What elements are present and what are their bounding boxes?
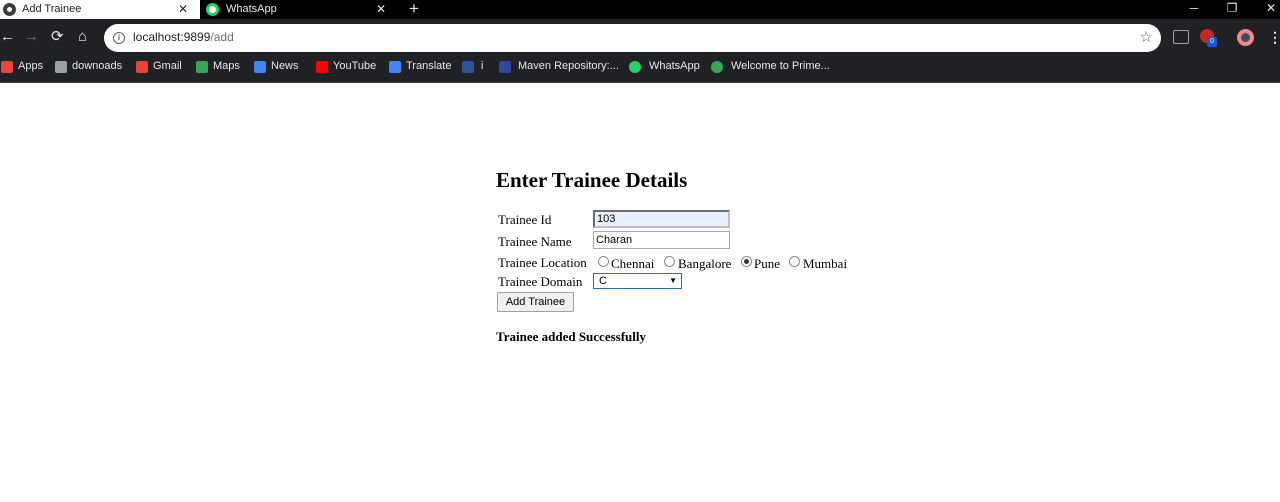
- bookmark-label: Welcome to Prime...: [731, 60, 830, 72]
- bookmark-star-icon[interactable]: ☆: [1140, 28, 1153, 46]
- history-icon: [55, 61, 67, 73]
- page-content: Enter Trainee Details Trainee Id Trainee…: [0, 83, 1280, 502]
- bookmark-label: WhatsApp: [649, 60, 700, 72]
- maven-icon: [499, 61, 511, 73]
- domain-selected-value: C: [599, 275, 607, 287]
- new-tab-button[interactable]: +: [409, 0, 419, 18]
- trainee-domain-select[interactable]: C ▼: [593, 273, 682, 289]
- dropdown-arrow-icon: ▼: [669, 276, 677, 285]
- page-title: Enter Trainee Details: [496, 168, 688, 192]
- browser-menu-icon[interactable]: ⋮: [1268, 29, 1280, 45]
- url-path: /add: [210, 30, 234, 44]
- browser-toolbar: ← → ⟳ ⌂ i localhost:9899/add ☆ 0 ⋮: [0, 19, 1280, 55]
- location-radio-pune[interactable]: [741, 256, 752, 267]
- location-option-label: Mumbai: [803, 256, 848, 271]
- home-button[interactable]: ⌂: [78, 28, 87, 46]
- url-host: localhost:9899: [133, 30, 211, 44]
- back-button[interactable]: ←: [0, 28, 15, 46]
- forward-button[interactable]: →: [24, 28, 39, 46]
- trainee-id-label: Trainee Id: [498, 212, 552, 227]
- location-option-label: Pune: [754, 256, 780, 271]
- tab-add-trainee[interactable]: Add Trainee ✕: [0, 0, 200, 19]
- prime-icon: [711, 61, 723, 73]
- trainee-name-label: Trainee Name: [498, 234, 572, 249]
- address-bar[interactable]: i localhost:9899/add ☆: [104, 24, 1161, 52]
- globe-icon: [3, 3, 16, 16]
- word-icon: [462, 61, 474, 73]
- news-icon: [254, 61, 266, 73]
- trainee-location-label: Trainee Location: [498, 255, 587, 270]
- location-radio-bangalore[interactable]: [664, 256, 675, 267]
- youtube-icon: [316, 61, 328, 73]
- bookmark-label: Gmail: [153, 60, 182, 72]
- status-message: Trainee added Successfully: [496, 329, 646, 344]
- maps-icon: [196, 61, 208, 73]
- close-icon[interactable]: ✕: [376, 0, 386, 19]
- bookmarks-bar: Apps downoads Gmail Maps News YouTube Tr…: [0, 55, 1280, 83]
- window-close-button[interactable]: ✕: [1261, 0, 1280, 19]
- whatsapp-icon: [206, 3, 219, 16]
- tab-title: WhatsApp: [226, 3, 277, 15]
- bookmark-label: downoads: [72, 60, 123, 72]
- trainee-id-input[interactable]: [593, 210, 730, 228]
- tab-whatsapp[interactable]: WhatsApp ✕: [198, 0, 398, 19]
- whatsapp-icon: [629, 61, 641, 73]
- gmail-icon: [136, 61, 148, 73]
- bookmark-label: Maven Repository:...: [518, 60, 619, 72]
- bookmark-label: Apps: [18, 60, 44, 72]
- tab-title: Add Trainee: [22, 3, 82, 15]
- extension-badge-icon[interactable]: 0: [1200, 29, 1217, 47]
- minimize-button[interactable]: ─: [1184, 0, 1204, 19]
- location-option-label: Bangalore: [678, 256, 732, 271]
- add-trainee-button[interactable]: Add Trainee: [497, 292, 574, 312]
- location-radio-chennai[interactable]: [598, 256, 609, 267]
- extension-icon[interactable]: [1173, 30, 1189, 44]
- bookmark-label: i: [481, 60, 484, 72]
- address-url: localhost:9899/add: [133, 30, 234, 44]
- reload-button[interactable]: ⟳: [51, 28, 64, 46]
- apps-grid-icon: [1, 61, 13, 73]
- tab-strip: Add Trainee ✕ WhatsApp ✕ + ─ ❐ ✕: [0, 0, 1280, 19]
- trainee-domain-label: Trainee Domain: [498, 274, 583, 289]
- translate-icon: [389, 61, 401, 73]
- trainee-name-input[interactable]: [593, 231, 730, 249]
- bookmark-label: Maps: [213, 60, 240, 72]
- bookmark-label: Translate: [406, 60, 452, 72]
- extension-badge-count: 0: [1207, 37, 1217, 47]
- site-info-icon[interactable]: i: [113, 32, 125, 44]
- location-radio-mumbai[interactable]: [789, 256, 800, 267]
- bookmark-label: YouTube: [333, 60, 377, 72]
- location-option-label: Chennai: [611, 256, 655, 271]
- restore-button[interactable]: ❐: [1222, 0, 1242, 19]
- close-icon[interactable]: ✕: [178, 0, 188, 19]
- profile-avatar[interactable]: [1237, 29, 1254, 46]
- bookmark-label: News: [271, 60, 299, 72]
